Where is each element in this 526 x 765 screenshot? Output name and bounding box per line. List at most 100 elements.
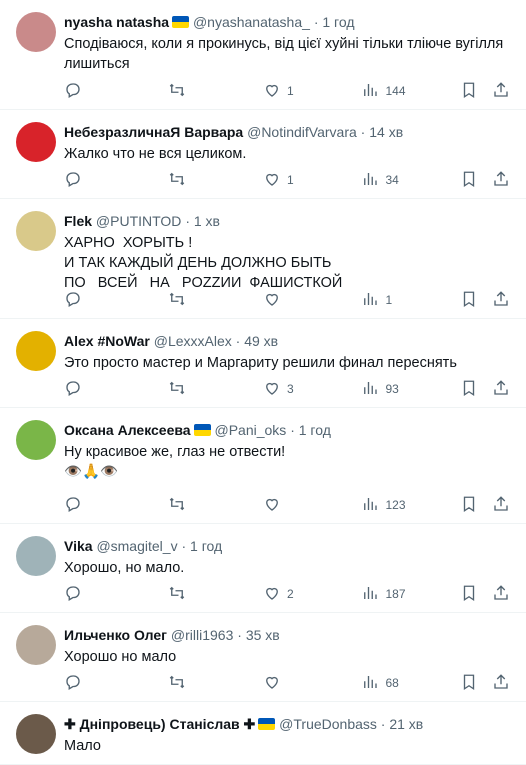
- tweet-reply[interactable]: Alex #NoWar @LexxxAlex · 49 хв Это просто…: [0, 319, 526, 408]
- avatar[interactable]: [16, 536, 56, 576]
- user-handle[interactable]: @PUTINTOD: [96, 213, 182, 229]
- display-name[interactable]: Оксана Алексеева: [64, 422, 191, 438]
- tweet-reply[interactable]: Vika @smagitel_v · 1 год Хорошо, но мало.…: [0, 524, 526, 613]
- share-button[interactable]: [492, 81, 510, 102]
- user-handle[interactable]: @smagitel_v: [96, 538, 177, 554]
- views-button[interactable]: 187: [361, 584, 460, 605]
- timestamp[interactable]: 49 хв: [244, 333, 278, 349]
- display-name[interactable]: Flek: [64, 213, 92, 229]
- tweet-reply[interactable]: Оксана Алексеева @Pani_oks · 1 год Ну кра…: [0, 408, 526, 524]
- display-name[interactable]: НебезразличнаЯ Варвара: [64, 124, 243, 140]
- retweet-button[interactable]: [168, 584, 263, 605]
- view-count: 34: [385, 173, 399, 187]
- bookmark-button[interactable]: [460, 379, 478, 400]
- heart-icon: [263, 290, 281, 311]
- timestamp[interactable]: 21 хв: [389, 716, 423, 732]
- reply-button[interactable]: [64, 584, 168, 605]
- share-icon: [492, 673, 510, 694]
- reply-icon: [64, 584, 82, 605]
- retweet-icon: [168, 81, 186, 102]
- avatar[interactable]: [16, 714, 56, 754]
- views-button[interactable]: 34: [361, 170, 460, 191]
- bookmark-icon: [460, 291, 478, 311]
- like-button[interactable]: 1: [263, 81, 362, 102]
- bookmark-button[interactable]: [460, 81, 478, 102]
- reply-button[interactable]: [64, 290, 168, 311]
- display-name[interactable]: Alex #NoWar: [64, 333, 150, 349]
- tweet-actions: 68: [64, 673, 510, 693]
- like-button[interactable]: 3: [263, 379, 362, 400]
- reply-button[interactable]: [64, 170, 168, 191]
- display-name[interactable]: ✚ Дніпровець) Станіслав ✚: [64, 716, 255, 732]
- share-button[interactable]: [492, 290, 510, 311]
- heart-icon: [263, 495, 281, 516]
- user-handle[interactable]: @rilli1963: [171, 627, 233, 643]
- like-button[interactable]: [263, 495, 362, 516]
- like-button[interactable]: [263, 290, 362, 311]
- user-handle[interactable]: @TrueDonbass: [279, 716, 377, 732]
- tweet-header: Alex #NoWar @LexxxAlex · 49 хв: [64, 331, 514, 351]
- bookmark-button[interactable]: [460, 170, 478, 191]
- views-button[interactable]: 93: [361, 379, 460, 400]
- retweet-button[interactable]: [168, 170, 263, 191]
- avatar[interactable]: [16, 211, 56, 251]
- retweet-icon: [168, 290, 186, 311]
- reply-button[interactable]: [64, 673, 168, 694]
- tweet-content: ✚ Дніпровець) Станіслав ✚ @TrueDonbass ·…: [64, 714, 514, 756]
- user-handle[interactable]: @NotindifVarvara: [247, 124, 357, 140]
- retweet-button[interactable]: [168, 81, 263, 102]
- bookmark-button[interactable]: [460, 290, 478, 311]
- bookmark-button[interactable]: [460, 584, 478, 605]
- share-button[interactable]: [492, 584, 510, 605]
- share-button[interactable]: [492, 379, 510, 400]
- reply-button[interactable]: [64, 495, 168, 516]
- retweet-button[interactable]: [168, 673, 263, 694]
- display-name[interactable]: nyasha natasha: [64, 14, 169, 30]
- views-button[interactable]: 123: [361, 495, 460, 516]
- reply-icon: [64, 673, 82, 694]
- tweet-reply[interactable]: nyasha natasha @nyashanatasha_ · 1 год Сп…: [0, 0, 526, 110]
- tweet-reply[interactable]: Flek @PUTINTOD · 1 хв ХАРНО ХОРЫТЬ ! И ТА…: [0, 199, 526, 319]
- avatar[interactable]: [16, 122, 56, 162]
- avatar[interactable]: [16, 420, 56, 460]
- user-handle[interactable]: @nyashanatasha_: [193, 14, 310, 30]
- avatar[interactable]: [16, 331, 56, 371]
- timestamp[interactable]: 1 год: [322, 14, 354, 30]
- bookmark-button[interactable]: [460, 495, 478, 516]
- views-button[interactable]: 1: [361, 290, 460, 311]
- reply-button[interactable]: [64, 81, 168, 102]
- tweet-reply[interactable]: НебезразличнаЯ Варвара @NotindifVarvara …: [0, 110, 526, 199]
- timestamp[interactable]: 1 год: [299, 422, 331, 438]
- retweet-button[interactable]: [168, 495, 263, 516]
- timestamp[interactable]: 14 хв: [369, 124, 403, 140]
- retweet-button[interactable]: [168, 290, 263, 311]
- like-button[interactable]: 1: [263, 170, 362, 191]
- like-button[interactable]: 2: [263, 584, 362, 605]
- user-handle[interactable]: @LexxxAlex: [154, 333, 232, 349]
- timestamp[interactable]: 1 хв: [194, 213, 220, 229]
- separator-dot: ·: [313, 14, 319, 30]
- avatar[interactable]: [16, 12, 56, 52]
- display-name[interactable]: Vika: [64, 538, 93, 554]
- reply-button[interactable]: [64, 379, 168, 400]
- views-button[interactable]: 144: [361, 81, 460, 102]
- retweet-button[interactable]: [168, 379, 263, 400]
- like-count: 2: [286, 587, 294, 601]
- views-button[interactable]: 68: [361, 673, 460, 694]
- share-button[interactable]: [492, 495, 510, 516]
- heart-icon: [263, 379, 281, 400]
- share-button[interactable]: [492, 673, 510, 694]
- tweet-reply[interactable]: ✚ Дніпровець) Станіслав ✚ @TrueDonbass ·…: [0, 702, 526, 765]
- timestamp[interactable]: 1 год: [190, 538, 222, 554]
- tweet-content: Vika @smagitel_v · 1 год Хорошо, но мало.: [64, 536, 514, 578]
- like-button[interactable]: [263, 673, 362, 694]
- tweet-reply[interactable]: Ильченко Олег @rilli1963 · 35 хв Хорошо н…: [0, 613, 526, 702]
- display-name[interactable]: Ильченко Олег: [64, 627, 167, 643]
- bar-chart-icon: [361, 170, 379, 191]
- share-button[interactable]: [492, 170, 510, 191]
- timestamp[interactable]: 35 хв: [246, 627, 280, 643]
- bookmark-button[interactable]: [460, 673, 478, 694]
- avatar[interactable]: [16, 625, 56, 665]
- user-handle[interactable]: @Pani_oks: [214, 422, 286, 438]
- tweet-header: НебезразличнаЯ Варвара @NotindifVarvara …: [64, 122, 514, 142]
